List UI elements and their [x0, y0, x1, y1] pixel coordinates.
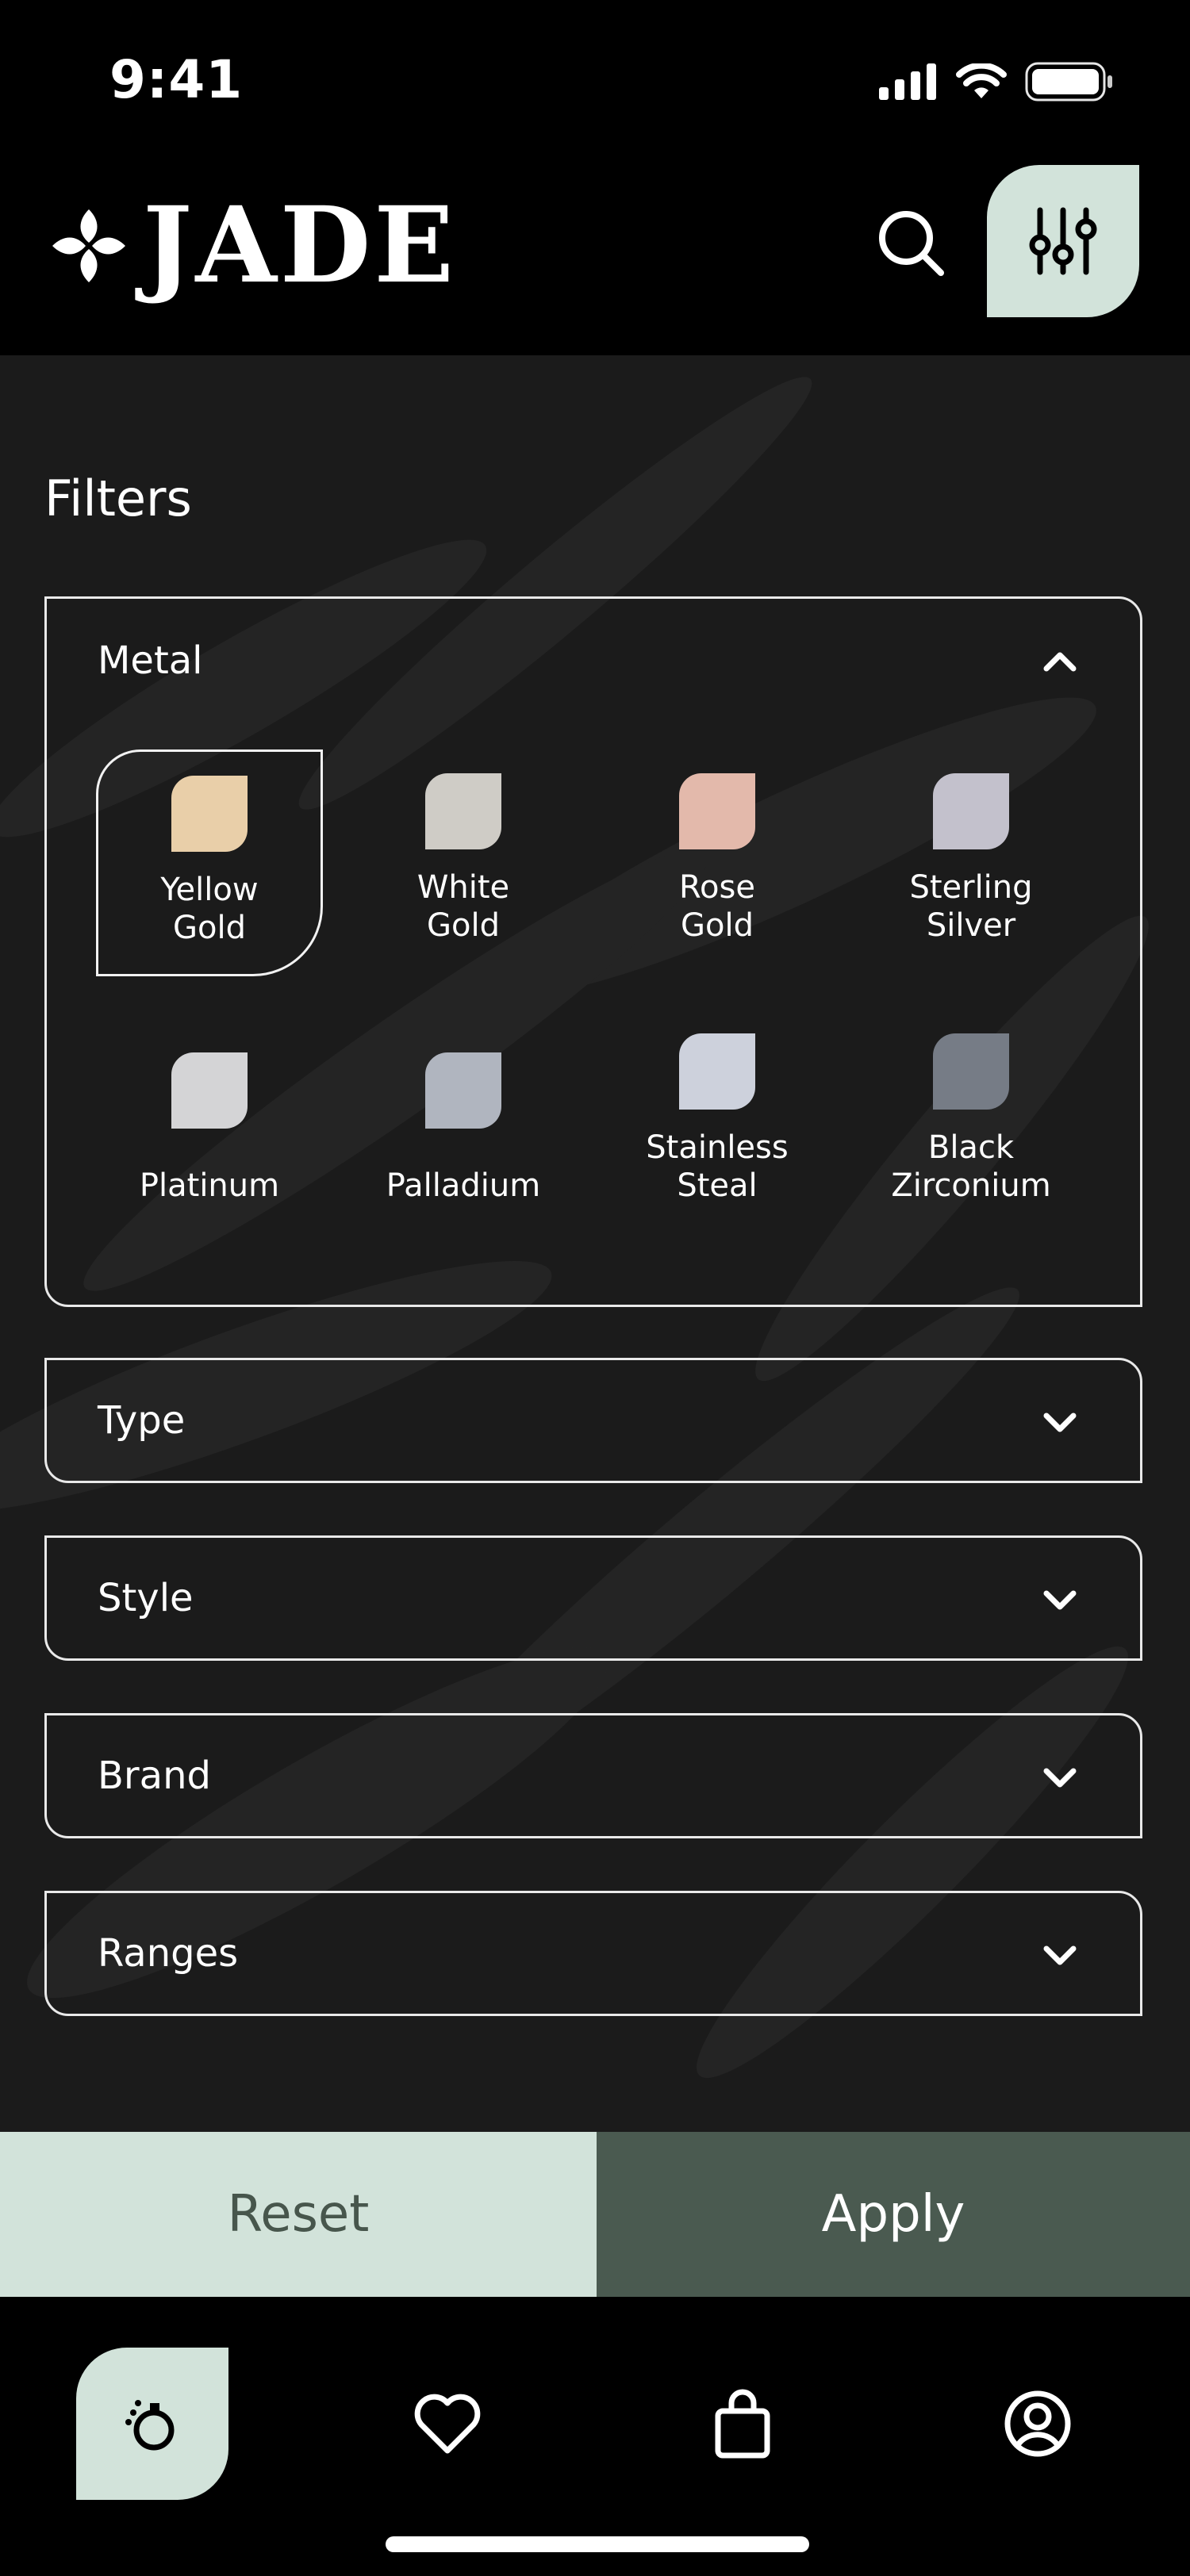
filter-button[interactable]: [987, 165, 1139, 317]
tab-favorites[interactable]: [409, 2386, 486, 2462]
option-label: White Gold: [416, 869, 510, 944]
chevron-down-icon: [1043, 1590, 1077, 1610]
option-label: Palladium: [386, 1167, 541, 1204]
status-icons: [879, 62, 1114, 102]
diamond-flower-icon: [52, 209, 125, 282]
metal-option-sterling-silver[interactable]: Sterling Silver: [858, 749, 1084, 976]
swatch-stainless-steal: [679, 1033, 755, 1110]
tab-bar: [0, 2297, 1190, 2576]
status-time: 9:41: [109, 49, 244, 110]
chevron-down-icon: [1043, 1768, 1077, 1788]
home-indicator: [386, 2536, 809, 2552]
ranges-filter-panel[interactable]: Ranges: [44, 1891, 1142, 2016]
search-icon: [879, 211, 944, 276]
reset-button[interactable]: Reset: [0, 2132, 597, 2297]
signal-icon: [879, 63, 936, 100]
chevron-down-icon: [1043, 1945, 1077, 1965]
battery-icon: [1025, 62, 1112, 102]
type-filter-panel[interactable]: Type: [44, 1358, 1142, 1483]
swatch-sterling-silver: [933, 773, 1009, 849]
brand-name: JADE: [143, 184, 457, 307]
metal-option-yellow-gold[interactable]: Yellow Gold: [96, 749, 323, 976]
bag-icon: [715, 2389, 770, 2459]
sliders-icon: [1029, 207, 1097, 275]
tab-profile[interactable]: [1000, 2386, 1076, 2462]
metal-label[interactable]: Metal: [98, 638, 203, 683]
metal-option-white-gold[interactable]: White Gold: [350, 749, 577, 976]
heart-icon: [414, 2394, 481, 2454]
apply-button[interactable]: Apply: [597, 2132, 1190, 2297]
status-bar: 9:41: [0, 0, 1190, 159]
style-filter-panel[interactable]: Style: [44, 1535, 1142, 1661]
style-label: Style: [98, 1576, 194, 1620]
swatch-white-gold: [425, 773, 501, 849]
brand-logo[interactable]: JADE: [49, 194, 457, 298]
ranges-label: Ranges: [98, 1931, 239, 1976]
option-label: Black Zirconium: [891, 1129, 1051, 1204]
swatch-platinum: [171, 1052, 248, 1129]
chevron-up-icon[interactable]: [1042, 643, 1078, 680]
profile-icon: [1004, 2390, 1071, 2457]
metal-option-stainless-steal[interactable]: Stainless Steal: [604, 1027, 831, 1254]
type-label: Type: [98, 1398, 186, 1443]
tab-home[interactable]: [76, 2348, 228, 2500]
metal-option-rose-gold[interactable]: Rose Gold: [604, 749, 831, 976]
option-label: Yellow Gold: [160, 872, 259, 946]
ring-icon: [125, 2400, 175, 2451]
brand-label: Brand: [98, 1754, 211, 1798]
swatch-palladium: [425, 1052, 501, 1129]
brand-filter-panel[interactable]: Brand: [44, 1713, 1142, 1838]
swatch-rose-gold: [679, 773, 755, 849]
chevron-down-icon: [1043, 1413, 1077, 1432]
option-label: Rose Gold: [679, 869, 755, 944]
app-root: 9:41 JADE Filters Metal Yellow Gold Whit…: [0, 0, 1190, 2576]
swatch-yellow-gold: [171, 776, 248, 852]
metal-filter-panel: Metal Yellow Gold White Gold Rose Gold Ster…: [44, 596, 1142, 1307]
metal-option-black-zirconium[interactable]: Black Zirconium: [858, 1027, 1084, 1254]
swatch-black-zirconium: [933, 1033, 1009, 1110]
page-title: Filters: [44, 470, 192, 527]
tab-bag[interactable]: [704, 2386, 781, 2462]
wifi-icon: [956, 63, 1007, 98]
option-label: Platinum: [139, 1167, 280, 1204]
app-header: JADE: [0, 159, 1190, 355]
metal-option-palladium[interactable]: Palladium: [350, 1027, 577, 1254]
search-button[interactable]: [873, 205, 949, 281]
option-label: Sterling Silver: [909, 869, 1033, 944]
option-label: Stainless Steal: [646, 1129, 789, 1204]
metal-option-platinum[interactable]: Platinum: [96, 1027, 323, 1254]
